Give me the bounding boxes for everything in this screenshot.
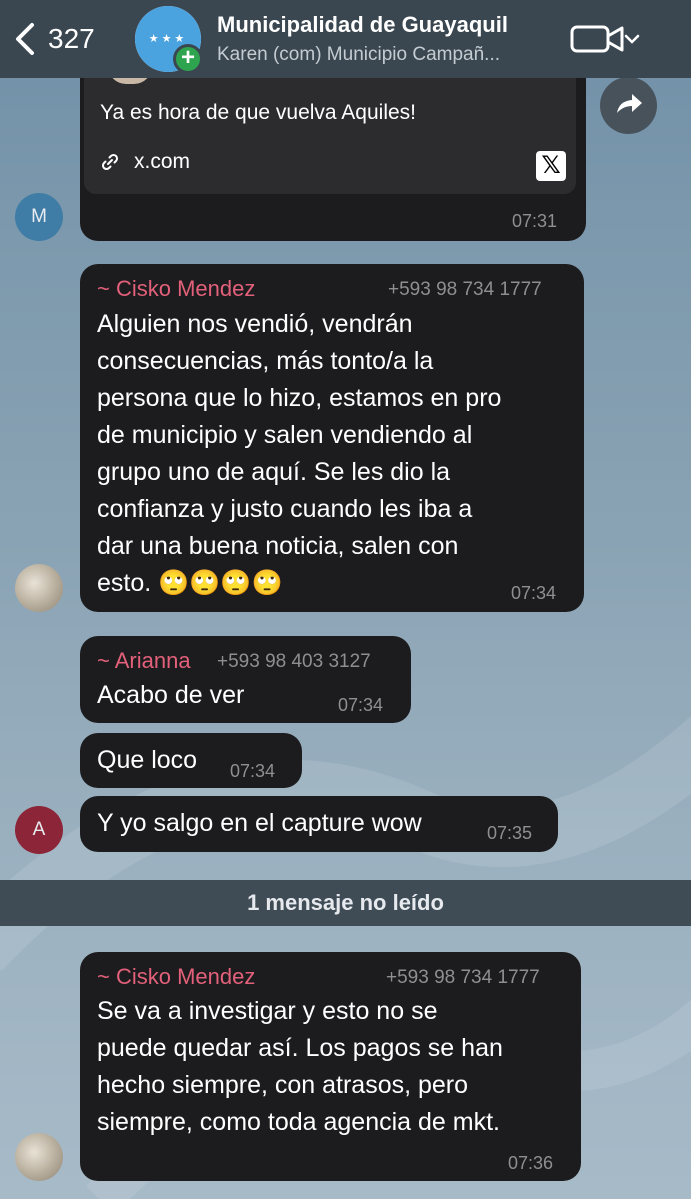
message-time: 07:34 <box>511 583 557 603</box>
message-bubble[interactable]: Y yo salgo en el capture wow 07:35 <box>80 796 558 852</box>
message-time: 07:34 <box>338 695 384 715</box>
message-bubble[interactable]: Que loco 07:34 <box>80 733 302 788</box>
message-time: 07:35 <box>487 823 533 843</box>
unread-count: 327 <box>48 23 95 54</box>
plus-icon[interactable]: + <box>173 44 203 74</box>
forward-arrow-icon <box>617 94 642 113</box>
message-text: Acabo de ver <box>97 681 245 709</box>
unread-divider: 1 mensaje no leído <box>0 880 691 926</box>
forward-button[interactable] <box>600 77 657 134</box>
message-text: Se va a investigar y esto no se puede qu… <box>97 997 503 1136</box>
sender-name[interactable]: ~ Cisko Mendez <box>97 276 255 302</box>
message-text: Alguien nos vendió, vendrán consecuencia… <box>97 310 502 597</box>
message-time: 07:34 <box>230 761 276 781</box>
x-logo-icon: 𝕏 <box>536 151 566 181</box>
chevron-left-icon <box>16 23 34 55</box>
video-camera-icon <box>570 25 624 53</box>
chevron-down-icon <box>624 34 640 44</box>
avatar-m[interactable]: M <box>15 193 63 241</box>
message-text: Y yo salgo en el capture wow <box>97 809 422 837</box>
avatar-photo[interactable] <box>15 564 63 612</box>
sender-phone: +593 98 734 1777 <box>386 967 540 988</box>
sender-phone: +593 98 734 1777 <box>388 279 542 300</box>
video-call-button[interactable] <box>570 22 642 56</box>
message-time: 07:36 <box>508 1153 554 1173</box>
avatar-photo[interactable] <box>15 1133 63 1181</box>
link-domain: x.com <box>134 150 191 173</box>
link-row[interactable]: x.com <box>100 150 190 174</box>
sender-name[interactable]: ~ Cisko Mendez <box>97 964 255 990</box>
message-bubble[interactable]: ~ Cisko Mendez +593 98 734 1777 Alguien … <box>80 264 584 612</box>
link-preview-text: Ya es hora de que vuelva Aquiles! <box>100 101 416 124</box>
chat-title-block[interactable]: Municipalidad de Guayaquil Karen (com) M… <box>217 12 562 66</box>
message-text: Que loco <box>97 746 198 774</box>
sender-name[interactable]: ~ Arianna <box>97 648 191 674</box>
message-bubble[interactable]: ~ Cisko Mendez +593 98 734 1777 Se va a … <box>80 952 581 1181</box>
chat-header: 327 ★★★ + Municipalidad de Guayaquil Kar… <box>0 0 691 78</box>
avatar-a[interactable]: A <box>15 806 63 854</box>
message-time: 07:31 <box>512 211 558 231</box>
chat-subtitle: Karen (com) Municipio Campañ... <box>217 44 500 65</box>
back-button[interactable]: 327 <box>12 16 95 62</box>
chat-title: Municipalidad de Guayaquil <box>217 12 508 37</box>
sender-phone: +593 98 403 3127 <box>217 651 371 672</box>
link-icon <box>101 153 119 171</box>
message-bubble[interactable]: ~ Arianna +593 98 403 3127 Acabo de ver … <box>80 636 411 723</box>
